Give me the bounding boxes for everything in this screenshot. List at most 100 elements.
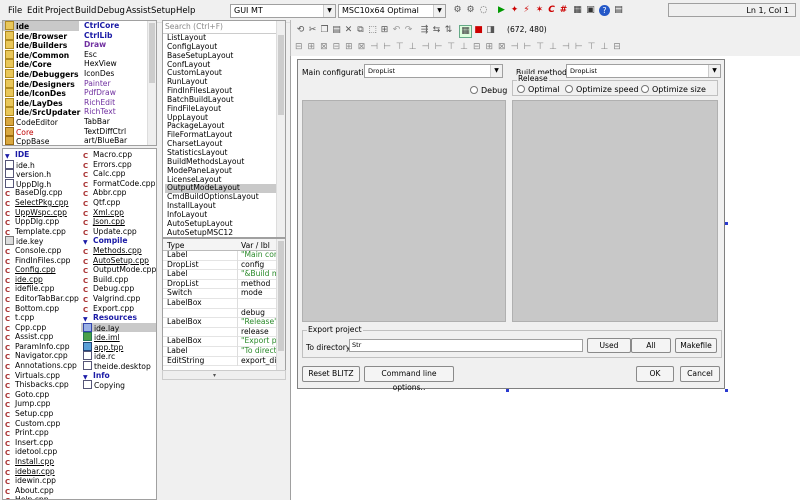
run-icon[interactable]: ▶ [496, 5, 507, 16]
menu-help[interactable]: Help [176, 6, 195, 16]
build-method-droplist[interactable]: DropList ▼ [566, 64, 721, 78]
file-item[interactable]: C Export.cpp [81, 304, 156, 314]
package-item[interactable]: ide/Common [3, 49, 79, 60]
rebuild-icon[interactable]: ⚙ [465, 5, 476, 16]
file-item[interactable]: C Template.cpp [3, 227, 81, 237]
config-combo[interactable]: MSC10x64 Optimal ▼ [338, 4, 446, 18]
file-item[interactable]: ▼ IDE [3, 150, 81, 160]
file-item[interactable]: C Insert.cpp [3, 438, 81, 448]
package-item[interactable]: CodeEditor [3, 116, 79, 127]
file-item[interactable]: C Thisbacks.cpp [3, 380, 81, 390]
file-item[interactable]: C Bottom.cpp [3, 304, 81, 314]
file-item[interactable]: Copying [81, 380, 156, 390]
file-item[interactable]: C OutputMode.cpp [81, 265, 156, 275]
package-item[interactable]: ide/Debuggers [3, 68, 79, 79]
file-item[interactable]: ide.lay [81, 322, 156, 333]
to-directory-input[interactable]: Str [349, 339, 583, 352]
file-item[interactable]: C Cpp.cpp [3, 323, 81, 333]
menu-edit[interactable]: Edit [27, 6, 43, 16]
c-icon[interactable]: C [546, 5, 557, 16]
file-item[interactable]: C AutoSetup.cpp [81, 256, 156, 266]
file-item[interactable]: C Annotations.cpp [3, 361, 81, 371]
window-icon[interactable]: ▣ [585, 5, 596, 16]
menu-project[interactable]: Project [45, 6, 74, 16]
package-item[interactable]: ide/Browser [3, 30, 79, 41]
paste-icon[interactable]: ▤ [331, 25, 342, 36]
layout-item[interactable]: AutoSetupMSC12 [165, 228, 277, 237]
file-item[interactable]: C SelectPkg.cpp [3, 198, 81, 208]
duplicate-icon[interactable]: ⧉ [355, 25, 366, 36]
delete-icon[interactable]: ✕ [343, 25, 354, 36]
menu-setup[interactable]: Setup [151, 6, 176, 16]
item-row[interactable]: EditString export_dir [163, 356, 279, 367]
file-item[interactable]: C Valgrind.cpp [81, 294, 156, 304]
file-item[interactable]: app.tpp [81, 341, 156, 352]
file-item[interactable]: C Json.cpp [81, 217, 156, 227]
lightning-icon[interactable]: ⚡ [521, 5, 532, 16]
release-labelbox[interactable] [512, 100, 718, 322]
cancel-button[interactable]: Cancel [680, 366, 720, 382]
package-item[interactable]: ide/IconDes [3, 88, 79, 98]
package-item[interactable]: ide/Designers [3, 78, 79, 89]
file-item[interactable]: C Abbr.cpp [81, 188, 156, 198]
file-item[interactable]: theide.desktop [81, 361, 156, 371]
file-item[interactable]: ▼ Resources [81, 313, 156, 323]
copy-icon[interactable]: ❐ [319, 25, 330, 36]
resize-handle[interactable] [506, 389, 509, 392]
grid-icon[interactable]: ▦ [572, 5, 583, 16]
file-item[interactable]: version.h [3, 169, 81, 179]
package-item[interactable]: Esc [82, 50, 152, 60]
file-item[interactable]: C Debug.cpp [81, 284, 156, 294]
reset-blitz-button[interactable]: Reset BLITZ [302, 366, 360, 382]
help-icon[interactable]: ? [599, 5, 610, 16]
distribute-icon[interactable]: ⇆ [431, 25, 442, 36]
flame-icon[interactable]: ✶ [534, 5, 545, 16]
file-item[interactable]: ▼ Info [81, 371, 156, 381]
file-item[interactable]: C Calc.cpp [81, 169, 156, 179]
all-button[interactable]: All [631, 338, 671, 353]
file-item[interactable]: C Config.cpp [3, 265, 81, 275]
menu-build[interactable]: Build [75, 6, 96, 16]
file-item[interactable]: C FindInFiles.cpp [3, 256, 81, 266]
file-item[interactable]: C Build.cpp [81, 275, 156, 285]
file-item[interactable]: ide.h [3, 159, 81, 170]
file-item[interactable]: C Custom.cpp [3, 419, 81, 429]
resize-handle[interactable] [725, 389, 728, 392]
file-item[interactable]: C Print.cpp [3, 428, 81, 438]
debug-labelbox[interactable] [302, 100, 506, 322]
file-item[interactable]: C Jump.cpp [3, 399, 81, 409]
package-item[interactable]: ide/LayDes [3, 97, 79, 108]
menu-assist[interactable]: Assist [126, 6, 151, 16]
package-item[interactable]: TabBar [82, 117, 152, 127]
file-item[interactable]: C Install.cpp [3, 457, 81, 467]
package-item[interactable]: CtrlCore [82, 21, 152, 31]
package-item[interactable]: ide/Core [3, 59, 79, 69]
debug-icon[interactable]: ✦ [509, 5, 520, 16]
file-item[interactable]: C Methods.cpp [81, 246, 156, 256]
file-item[interactable]: Cidebar.cpp [3, 467, 81, 477]
package-item[interactable]: Painter [82, 79, 152, 89]
cmdline-options-button[interactable]: Command line options.. [364, 366, 454, 392]
debug-switch[interactable]: Debug [470, 86, 507, 95]
file-item[interactable]: ide.iml [81, 332, 156, 342]
package-item[interactable]: CtrlLib [82, 31, 152, 41]
file-item[interactable]: Cidewin.cpp [3, 476, 81, 486]
file-item[interactable]: C About.cpp [3, 486, 81, 496]
package-item[interactable]: CppBase [3, 136, 79, 145]
file-item[interactable]: C Virtuals.cpp [3, 371, 81, 381]
redo-icon[interactable]: ↷ [403, 25, 414, 36]
file-item[interactable]: C FormatCode.cpp [81, 179, 156, 189]
menu-file[interactable]: File [8, 6, 22, 16]
image-icon[interactable]: ▤ [613, 5, 624, 16]
ok-button[interactable]: OK [636, 366, 674, 382]
package-item[interactable]: art/BlueBar [82, 136, 152, 145]
file-item[interactable]: Cidetool.cpp [3, 447, 81, 457]
resize-handle[interactable] [725, 222, 728, 225]
file-item[interactable]: Ct.cpp [3, 313, 81, 323]
file-item[interactable]: C EditorTabBar.cpp [3, 294, 81, 304]
grid-toggle-icon[interactable]: ▦ [459, 25, 472, 38]
package-item[interactable]: TextDiffCtrl [82, 127, 152, 137]
undo-icon[interactable]: ⟲ [295, 25, 306, 36]
package-item[interactable]: ide/SrcUpdater [3, 107, 80, 117]
optimize-size-radio[interactable]: Optimize size [641, 85, 706, 94]
